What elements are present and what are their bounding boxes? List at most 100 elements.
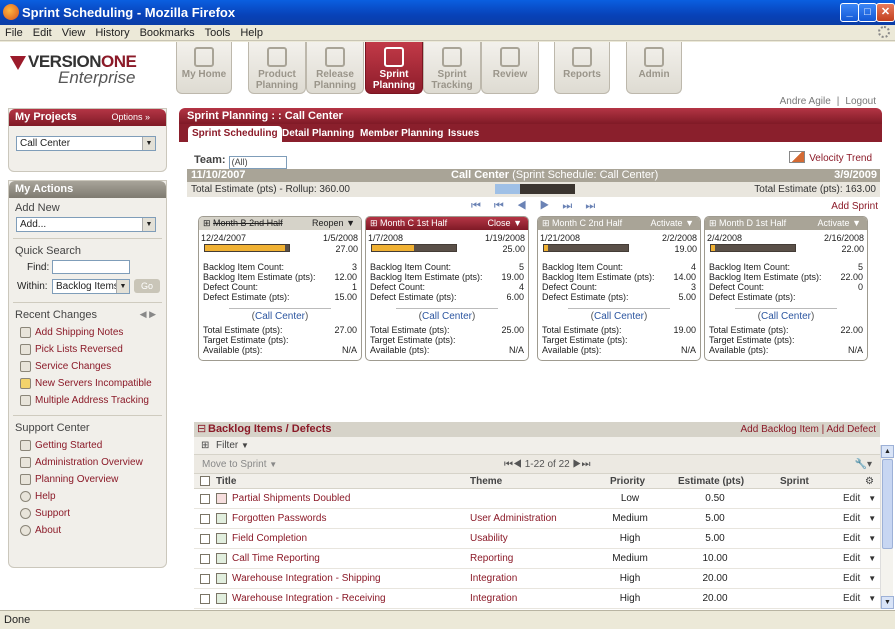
table-row[interactable]: Field Completion Usability High 5.00 Edit ▼ (194, 529, 880, 549)
expand-icon[interactable]: ⊞ (542, 218, 552, 228)
nav-review[interactable]: Review (481, 42, 539, 94)
row-checkbox[interactable] (200, 534, 210, 544)
add-backlog-item-link[interactable]: Add Backlog Item (741, 424, 819, 435)
row-title[interactable]: Warehouse Integration - Shipping (232, 569, 381, 589)
maximize-button[interactable]: □ (858, 3, 877, 22)
row-edit-button[interactable]: Edit ▼ (843, 549, 876, 569)
logout-link[interactable]: Logout (842, 96, 879, 107)
wrench-icon[interactable]: 🔧▾ (855, 455, 872, 474)
nav-sprint-planning[interactable]: Sprint Planning (365, 42, 423, 94)
nav-release-planning[interactable]: Release Planning (306, 42, 364, 94)
tab-issues[interactable]: Issues (444, 126, 483, 142)
add-sprint-link[interactable]: Add Sprint (831, 201, 878, 212)
sprint-pager-arrows-icon[interactable]: ⏮⏮◀▶⏭⏭ (471, 200, 608, 213)
nav-my-home[interactable]: My Home (176, 42, 232, 94)
recent-item[interactable]: Multiple Address Tracking (9, 392, 166, 409)
tab-detail-planning[interactable]: Detail Planning (278, 126, 358, 142)
timeline-window[interactable] (495, 184, 520, 194)
expand-icon[interactable]: ⊞ (370, 218, 380, 228)
support-link-about[interactable]: About (9, 522, 166, 539)
col-title[interactable]: Title (216, 474, 236, 490)
col-priority[interactable]: Priority (610, 474, 645, 490)
page-scrollbar[interactable]: ▲ ▼ (880, 445, 894, 609)
nav-sprint-tracking[interactable]: Sprint Tracking (423, 42, 481, 94)
menu-file[interactable]: File (0, 25, 28, 41)
recent-item[interactable]: Add Shipping Notes (9, 324, 166, 341)
menu-tools[interactable]: Tools (200, 25, 236, 41)
menu-edit[interactable]: Edit (28, 25, 57, 41)
move-to-sprint-button[interactable]: Move to Sprint ▼ (202, 459, 277, 470)
collapse-icon[interactable]: ⊟ (197, 422, 206, 437)
col-estimate[interactable]: Estimate (pts) (678, 474, 744, 490)
pager-next-icon[interactable]: ▶⏭ (570, 459, 591, 470)
sprint-action-button[interactable]: Activate ▼ (818, 217, 861, 230)
row-edit-button[interactable]: Edit ▼ (843, 489, 876, 509)
select-all-checkbox[interactable] (200, 476, 210, 486)
row-title[interactable]: Forgotten Passwords (232, 509, 327, 529)
support-link-planning-overview[interactable]: Planning Overview (9, 471, 166, 488)
scroll-up-icon[interactable]: ▲ (881, 445, 894, 458)
project-select[interactable]: Call Center ▼ (16, 136, 156, 151)
menu-bookmarks[interactable]: Bookmarks (135, 25, 200, 41)
pager-prev-icon[interactable]: ⏮◀ (504, 459, 525, 470)
table-row[interactable]: Partial Shipments Doubled Low 0.50 Edit ▼ (194, 489, 880, 509)
sprint-action-button[interactable]: Activate ▼ (651, 217, 694, 230)
velocity-trend-link[interactable]: Velocity Trend (789, 151, 872, 164)
support-link-getting-started[interactable]: Getting Started (9, 437, 166, 454)
add-defect-link[interactable]: Add Defect (827, 424, 876, 435)
sprint-card[interactable]: ⊞ Month D 1st Half Activate ▼ 2/4/2008 2/1… (704, 216, 868, 361)
team-select[interactable]: (All) (228, 156, 287, 169)
timeline-slider[interactable] (495, 184, 575, 194)
support-link-support[interactable]: Support (9, 505, 166, 522)
sprint-card[interactable]: ⊞ Month B 2nd Half Reopen ▼ 12/24/2007 1/5… (198, 216, 362, 361)
row-theme[interactable]: Integration (470, 589, 517, 609)
row-theme[interactable]: Usability (470, 529, 508, 549)
scroll-thumb[interactable] (882, 459, 893, 549)
col-theme[interactable]: Theme (470, 474, 502, 490)
recent-item[interactable]: New Servers Incompatible (9, 375, 166, 392)
table-row[interactable]: Warehouse Integration - Receiving Integra… (194, 589, 880, 609)
sprint-action-button[interactable]: Reopen ▼ (312, 217, 355, 230)
support-link-help[interactable]: Help (9, 488, 166, 505)
row-checkbox[interactable] (200, 574, 210, 584)
find-input[interactable] (52, 260, 130, 274)
column-settings-icon[interactable]: ⚙ (865, 474, 874, 490)
tab-sprint-scheduling[interactable]: Sprint Scheduling (188, 126, 282, 142)
sprint-card[interactable]: ⊞ Month C 2nd Half Activate ▼ 1/21/2008 2/… (537, 216, 701, 361)
sprint-action-button[interactable]: Close ▼ (488, 217, 522, 230)
row-checkbox[interactable] (200, 554, 210, 564)
add-new-select[interactable]: Add... ▼ (16, 217, 156, 232)
recent-nav-arrows-icon[interactable]: ◀ ▶ (140, 309, 156, 320)
recent-item[interactable]: Service Changes (9, 358, 166, 375)
filter-row[interactable]: ⊞ Filter ▼ (194, 437, 880, 454)
row-checkbox[interactable] (200, 514, 210, 524)
menu-help[interactable]: Help (235, 25, 268, 41)
row-edit-button[interactable]: Edit ▼ (843, 529, 876, 549)
row-theme[interactable]: User Administration (470, 509, 557, 529)
sprint-team-link[interactable]: Call Center (422, 311, 472, 322)
col-sprint[interactable]: Sprint (780, 474, 809, 490)
table-row[interactable]: Forgotten Passwords User Administration Me… (194, 509, 880, 529)
minimize-button[interactable]: _ (840, 3, 859, 22)
options-link[interactable]: Options » (111, 109, 150, 126)
within-select[interactable]: Backlog Items ▼ (52, 279, 130, 294)
menu-history[interactable]: History (90, 25, 134, 41)
scroll-down-icon[interactable]: ▼ (881, 596, 894, 609)
row-edit-button[interactable]: Edit ▼ (843, 589, 876, 609)
sprint-team-link[interactable]: Call Center (594, 311, 644, 322)
go-button[interactable]: Go (134, 279, 160, 293)
row-edit-button[interactable]: Edit ▼ (843, 569, 876, 589)
row-theme[interactable]: Reporting (470, 549, 513, 569)
row-title[interactable]: Call Time Reporting (232, 549, 320, 569)
nav-admin[interactable]: Admin (626, 42, 682, 94)
sprint-card[interactable]: ⊞ Month C 1st Half Close ▼ 1/7/2008 1/19/2… (365, 216, 529, 361)
nav-product-planning[interactable]: Product Planning (248, 42, 306, 94)
sprint-team-link[interactable]: Call Center (255, 311, 305, 322)
support-link-admin-overview[interactable]: Administration Overview (9, 454, 166, 471)
sprint-team-link[interactable]: Call Center (761, 311, 811, 322)
menu-view[interactable]: View (57, 25, 91, 41)
row-title[interactable]: Warehouse Integration - Receiving (232, 589, 386, 609)
expand-icon[interactable]: ⊞ (201, 437, 209, 454)
expand-icon[interactable]: ⊞ (709, 218, 719, 228)
row-theme[interactable]: Integration (470, 569, 517, 589)
